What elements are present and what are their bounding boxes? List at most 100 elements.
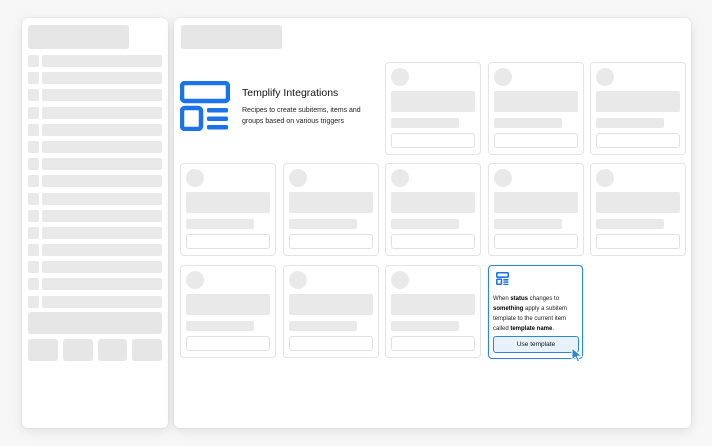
- card-icon-placeholder: [186, 169, 204, 187]
- card-text-placeholder: [391, 91, 475, 112]
- sidebar-item-icon-placeholder: [28, 158, 39, 171]
- recipe-card-placeholder[interactable]: [180, 163, 276, 256]
- recipe-card-active[interactable]: When status changes to something apply a…: [488, 265, 583, 359]
- card-icon-placeholder: [494, 169, 512, 187]
- recipe-field-status[interactable]: status: [510, 296, 528, 302]
- sidebar-item-icon-placeholder: [28, 261, 39, 274]
- card-button-placeholder[interactable]: [596, 234, 680, 249]
- sidebar-item-label-placeholder: [42, 192, 162, 205]
- card-button-placeholder[interactable]: [391, 234, 475, 249]
- sidebar-item[interactable]: [28, 175, 162, 188]
- sidebar-item[interactable]: [28, 295, 162, 308]
- sidebar-item-icon-placeholder: [28, 140, 39, 153]
- card-icon-placeholder: [596, 68, 614, 86]
- card-icon-placeholder: [289, 271, 307, 289]
- sidebar-item-label-placeholder: [42, 175, 162, 188]
- template-layout-icon: [180, 81, 230, 131]
- recipe-card-placeholder[interactable]: [590, 163, 686, 256]
- recipe-card-placeholder[interactable]: [283, 265, 379, 358]
- sidebar-item-icon-placeholder: [28, 226, 39, 239]
- sidebar-footer-button-placeholder[interactable]: [132, 339, 162, 361]
- main-panel: Templify Integrations Recipes to create …: [174, 18, 691, 428]
- sidebar-item-icon-placeholder: [28, 123, 39, 136]
- recipe-card-placeholder[interactable]: [180, 265, 276, 358]
- recipe-card-placeholder[interactable]: [488, 62, 584, 155]
- sidebar-item[interactable]: [28, 140, 162, 153]
- integration-intro: Templify Integrations Recipes to create …: [180, 81, 380, 131]
- sidebar-item-icon-placeholder: [28, 192, 39, 205]
- sidebar-item[interactable]: [28, 244, 162, 257]
- recipe-text-segment: changes to: [528, 296, 560, 302]
- card-text-placeholder: [391, 294, 475, 315]
- sidebar-item[interactable]: [28, 123, 162, 136]
- card-text-placeholder: [186, 192, 270, 213]
- recipe-card-placeholder[interactable]: [385, 163, 481, 256]
- sidebar-item[interactable]: [28, 72, 162, 85]
- card-icon-placeholder: [494, 68, 512, 86]
- card-text-placeholder: [391, 321, 459, 331]
- sidebar-item-label-placeholder: [42, 89, 162, 102]
- sidebar-footer-placeholder: [28, 312, 162, 334]
- recipe-text-segment: .: [552, 326, 555, 332]
- sidebar-item[interactable]: [28, 278, 162, 291]
- sidebar-list: [28, 55, 162, 313]
- sidebar-footer-button-placeholder[interactable]: [28, 339, 58, 361]
- sidebar-item[interactable]: [28, 192, 162, 205]
- card-text-placeholder: [596, 91, 680, 112]
- card-button-placeholder[interactable]: [494, 234, 578, 249]
- sidebar-item-label-placeholder: [42, 226, 162, 239]
- card-icon-placeholder: [391, 169, 409, 187]
- sidebar-item[interactable]: [28, 158, 162, 171]
- recipe-card-placeholder[interactable]: [590, 62, 686, 155]
- card-button-placeholder[interactable]: [186, 336, 270, 351]
- sidebar-item-label-placeholder: [42, 278, 162, 291]
- sidebar-item[interactable]: [28, 55, 162, 67]
- page-title: Templify Integrations: [242, 87, 339, 99]
- sidebar-item-label-placeholder: [42, 209, 162, 222]
- recipe-card-placeholder[interactable]: [385, 265, 481, 358]
- sidebar-item-icon-placeholder: [28, 278, 39, 291]
- recipe-text-segment: When: [493, 296, 511, 302]
- sidebar-footer-button-placeholder[interactable]: [62, 339, 93, 361]
- sidebar-item-icon-placeholder: [28, 72, 39, 85]
- recipe-card-placeholder[interactable]: [385, 62, 481, 155]
- card-text-placeholder: [391, 192, 475, 213]
- sidebar-item-icon-placeholder: [28, 55, 39, 67]
- card-text-placeholder: [391, 118, 459, 128]
- sidebar-item-label-placeholder: [42, 158, 162, 171]
- sidebar-item-label-placeholder: [42, 72, 162, 85]
- card-text-placeholder: [494, 219, 562, 229]
- card-button-placeholder[interactable]: [186, 234, 270, 249]
- recipe-card-placeholder[interactable]: [488, 163, 584, 256]
- card-icon-placeholder: [596, 169, 614, 187]
- card-icon-placeholder: [391, 68, 409, 86]
- template-layout-icon: [496, 272, 509, 285]
- card-icon-placeholder: [391, 271, 409, 289]
- use-template-button[interactable]: Use template: [493, 336, 579, 353]
- sidebar-item[interactable]: [28, 261, 162, 274]
- sidebar-item-label-placeholder: [42, 244, 162, 257]
- card-button-placeholder[interactable]: [391, 133, 475, 148]
- card-text-placeholder: [186, 294, 270, 315]
- recipe-field-something[interactable]: something: [493, 306, 523, 312]
- sidebar-item[interactable]: [28, 209, 162, 222]
- card-button-placeholder[interactable]: [391, 336, 475, 351]
- sidebar-item[interactable]: [28, 106, 162, 119]
- sidebar-footer-button-placeholder[interactable]: [97, 339, 128, 361]
- card-text-placeholder: [596, 192, 680, 213]
- sidebar-item-label-placeholder: [42, 123, 162, 136]
- card-icon-placeholder: [186, 271, 204, 289]
- card-button-placeholder[interactable]: [596, 133, 680, 148]
- sidebar-item-icon-placeholder: [28, 89, 39, 102]
- card-button-placeholder[interactable]: [494, 133, 578, 148]
- sidebar-item-label-placeholder: [42, 140, 162, 153]
- sidebar: [22, 18, 168, 428]
- sidebar-item[interactable]: [28, 226, 162, 239]
- card-button-placeholder[interactable]: [289, 336, 373, 351]
- recipe-card-placeholder[interactable]: [283, 163, 379, 256]
- card-button-placeholder[interactable]: [289, 234, 373, 249]
- sidebar-item[interactable]: [28, 89, 162, 102]
- card-text-placeholder: [596, 118, 664, 128]
- sidebar-item-label-placeholder: [42, 55, 162, 67]
- recipe-field-template-name[interactable]: template name: [510, 326, 552, 332]
